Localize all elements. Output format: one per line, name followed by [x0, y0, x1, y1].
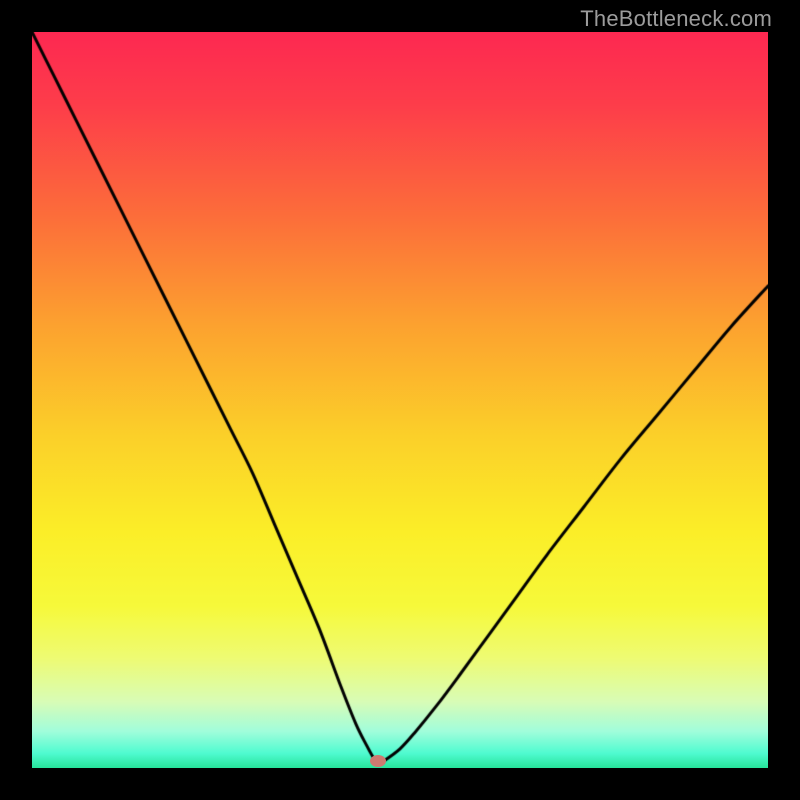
bottleneck-curve: [32, 32, 768, 768]
watermark-text: TheBottleneck.com: [580, 6, 772, 32]
chart-frame: TheBottleneck.com: [0, 0, 800, 800]
optimal-point-dot: [370, 755, 386, 767]
plot-area: [32, 32, 768, 768]
